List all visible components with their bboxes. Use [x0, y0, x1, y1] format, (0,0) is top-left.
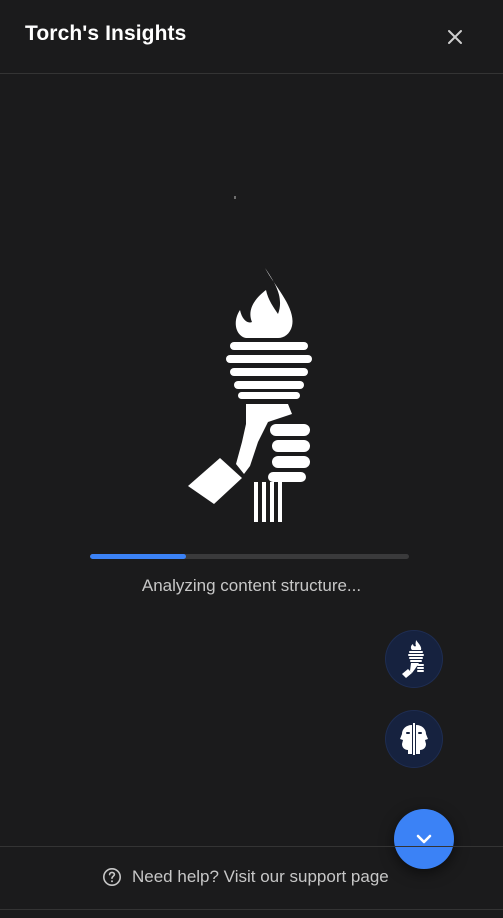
panel-title: Torch's Insights [25, 22, 187, 45]
loading-status-text: Analyzing content structure... [141, 576, 362, 595]
help-circle-icon [102, 867, 122, 887]
faces-avatar-button[interactable] [386, 711, 442, 767]
close-button[interactable] [440, 22, 470, 52]
support-link[interactable]: Need help? Visit our support page [102, 867, 389, 887]
panel-header: Torch's Insights [0, 0, 503, 74]
faces-avatar-icon [400, 723, 428, 755]
torch-avatar-icon [402, 640, 424, 678]
chevron-down-icon [416, 834, 432, 844]
torch-hand-icon [188, 268, 312, 522]
torch-avatar-button[interactable] [386, 631, 442, 687]
loading-dot [234, 196, 236, 199]
panel-footer: Need help? Visit our support page [0, 846, 503, 910]
progress-bar [90, 554, 409, 559]
progress-bar-fill [90, 554, 186, 559]
support-link-text: Need help? Visit our support page [132, 867, 389, 886]
close-icon [448, 30, 462, 44]
